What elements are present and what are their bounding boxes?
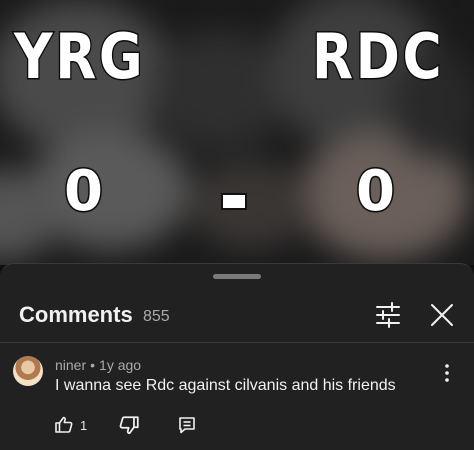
more-vertical-icon[interactable] — [440, 362, 454, 384]
team-right-name: RDC — [311, 20, 445, 93]
avatar[interactable] — [13, 356, 43, 386]
comment-meta: niner • 1y ago — [55, 357, 141, 373]
thumbs-down-icon[interactable] — [118, 414, 140, 436]
comment-item: niner • 1y ago I wanna see Rdc against cil… — [0, 344, 474, 450]
team-left-name: YRG — [13, 20, 146, 93]
thumbs-up-icon — [55, 416, 73, 433]
like-button[interactable]: 1 — [54, 414, 87, 436]
comments-title: Comments — [19, 302, 133, 327]
like-count: 1 — [80, 417, 88, 433]
meta-separator: • — [90, 357, 96, 373]
comments-count: 855 — [143, 308, 170, 325]
close-icon[interactable] — [428, 301, 456, 329]
score-separator — [221, 193, 247, 210]
comments-panel: Comments 855 niner • 1y ago I wanna see … — [0, 263, 474, 450]
comment-author[interactable]: niner — [55, 357, 86, 373]
video-player[interactable]: YRG RDC 0 0 — [0, 0, 474, 265]
reply-icon[interactable] — [177, 415, 197, 435]
comment-time: 1y ago — [99, 357, 142, 373]
team-right-score: 0 — [355, 159, 398, 224]
team-left-score: 0 — [63, 159, 106, 224]
drag-handle[interactable] — [213, 274, 261, 279]
header-divider — [0, 342, 474, 343]
app-screen: YRG RDC 0 0 Comments 855 niner • 1y ago … — [0, 0, 474, 450]
comment-text: I wanna see Rdc against cilvanis and his… — [55, 377, 396, 394]
sliders-icon[interactable] — [373, 301, 403, 329]
